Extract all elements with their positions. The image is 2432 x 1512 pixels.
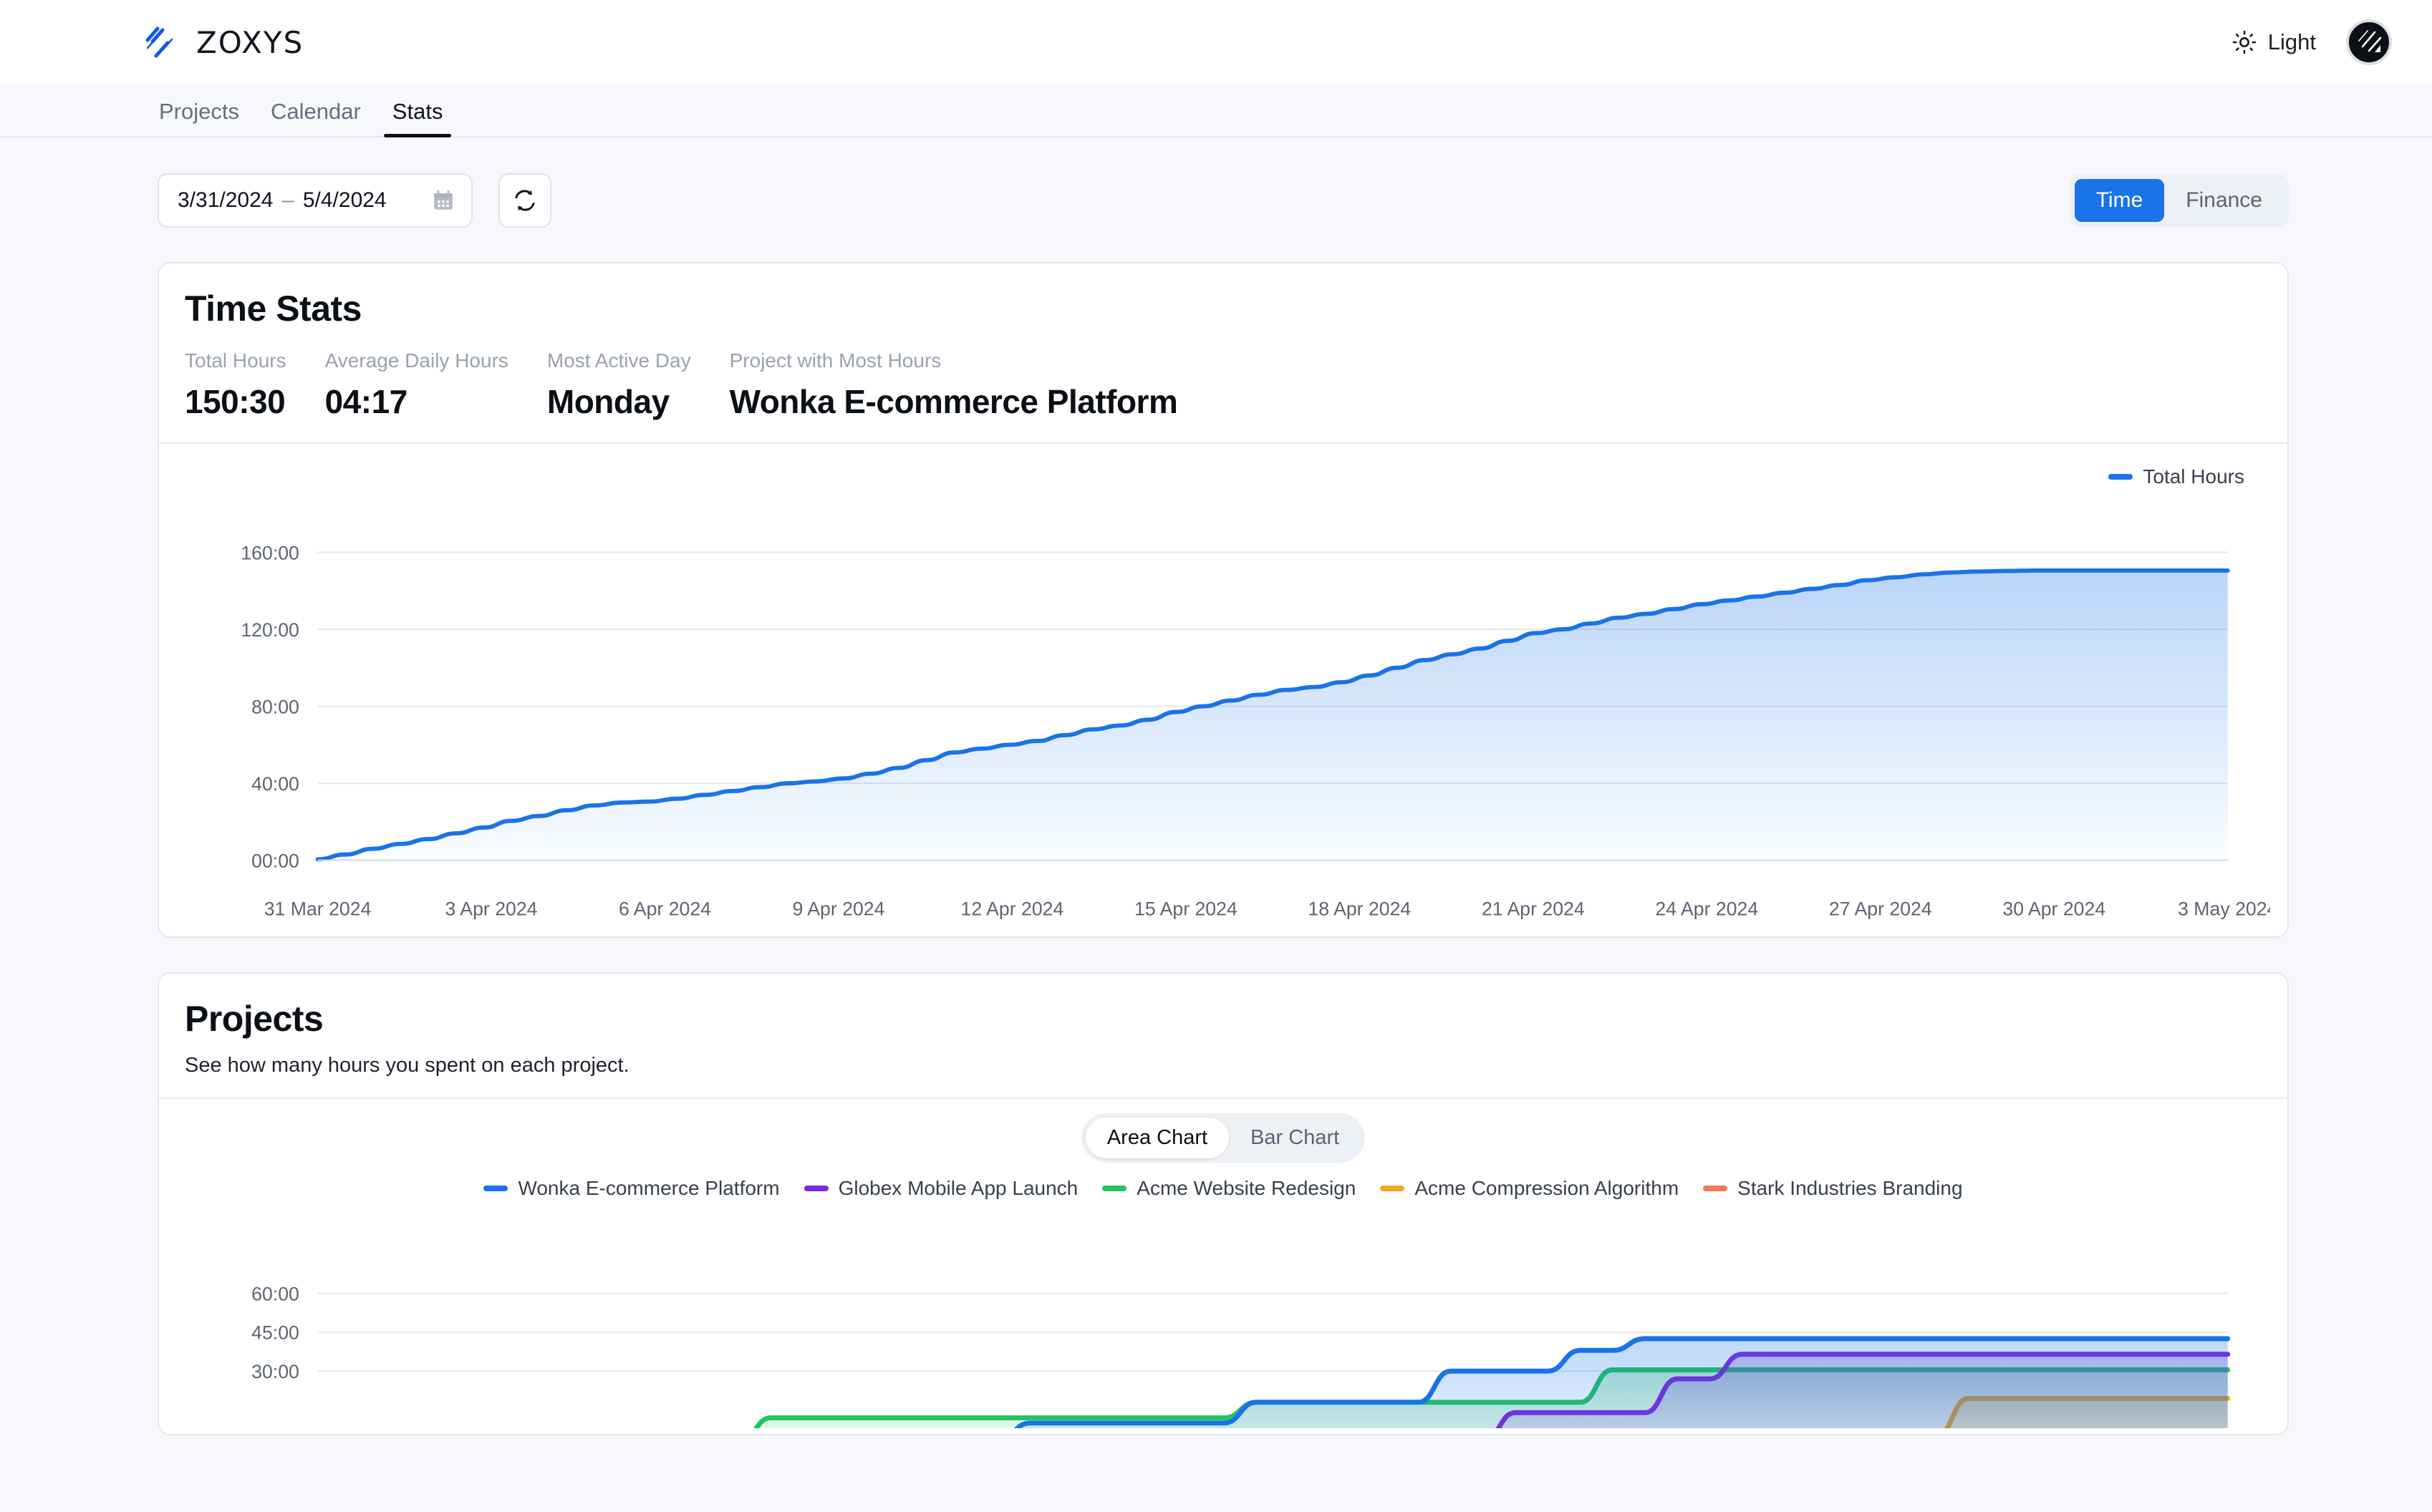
top-bar-actions: Light: [2232, 19, 2392, 65]
svg-text:21 Apr 2024: 21 Apr 2024: [1482, 898, 1585, 920]
legend-label: Globex Mobile App Launch: [838, 1177, 1079, 1200]
svg-text:24 Apr 2024: 24 Apr 2024: [1655, 898, 1758, 920]
legend-swatch-icon: [1102, 1186, 1127, 1192]
kpi-row: Total Hours 150:30 Average Daily Hours 0…: [159, 349, 2287, 442]
page-title: Time Stats: [185, 289, 362, 329]
kpi-value: 04:17: [324, 383, 408, 420]
kpi-project-most-hours: Project with Most Hours Wonka E-commerce…: [730, 349, 1178, 421]
projects-title: Projects: [185, 999, 324, 1040]
svg-text:160:00: 160:00: [241, 542, 299, 563]
svg-text:00:00: 00:00: [251, 850, 299, 872]
date-range-separator: –: [281, 188, 294, 212]
legend-swatch-icon: [483, 1186, 508, 1192]
date-range-text: 3/31/2024 – 5/4/2024: [178, 188, 387, 213]
mode-toggle: Time Finance: [2069, 174, 2289, 227]
legend-label: Wonka E-commerce Platform: [518, 1177, 780, 1200]
sun-icon: [2232, 30, 2256, 54]
calendar-icon[interactable]: [431, 188, 455, 213]
kpi-total-hours: Total Hours 150:30: [185, 349, 286, 421]
projects-subtitle: See how many hours you spent on each pro…: [185, 1054, 629, 1077]
kpi-value: Monday: [546, 383, 670, 420]
refresh-icon: [515, 190, 535, 211]
mode-toggle-finance[interactable]: Finance: [2164, 179, 2284, 222]
svg-text:12 Apr 2024: 12 Apr 2024: [961, 898, 1064, 920]
controls-row: 3/31/2024 – 5/4/2024 Time Finance: [0, 137, 2432, 228]
kpi-label: Total Hours: [185, 349, 286, 372]
theme-toggle[interactable]: Light: [2232, 29, 2316, 55]
kpi-most-active-day: Most Active Day Monday: [547, 349, 691, 421]
svg-text:80:00: 80:00: [251, 696, 299, 717]
kpi-label: Average Daily Hours: [324, 349, 508, 372]
svg-text:45:00: 45:00: [251, 1322, 299, 1344]
legend-swatch-icon: [1703, 1186, 1728, 1192]
chart-type-pillgroup: Area Chart Bar Chart: [1081, 1113, 1366, 1163]
date-range-input[interactable]: 3/31/2024 – 5/4/2024: [158, 173, 473, 228]
theme-label: Light: [2267, 29, 2316, 54]
tab-calendar[interactable]: Calendar: [255, 99, 377, 136]
legend-label: Total Hours: [2143, 465, 2244, 488]
avatar[interactable]: [2346, 19, 2392, 65]
kpi-label: Most Active Day: [546, 349, 691, 372]
tab-stats[interactable]: Stats: [377, 99, 459, 137]
svg-text:120:00: 120:00: [241, 619, 299, 641]
legend-swatch-icon: [804, 1186, 829, 1192]
legend-item-wonka[interactable]: Wonka E-commerce Platform: [483, 1177, 780, 1200]
svg-text:30:00: 30:00: [251, 1362, 299, 1383]
projects-plot: 60:00 45:00 30:00: [251, 1284, 2231, 1428]
legend-item-acme-compression[interactable]: Acme Compression Algorithm: [1380, 1177, 1679, 1200]
zoxys-slashes-logo-icon: [145, 26, 173, 58]
svg-text:40:00: 40:00: [251, 773, 299, 795]
date-range-end: 5/4/2024: [302, 188, 387, 212]
brand-name: ZOXYS: [196, 24, 304, 60]
svg-text:18 Apr 2024: 18 Apr 2024: [1308, 898, 1411, 920]
legend-item-acme-website[interactable]: Acme Website Redesign: [1102, 1177, 1356, 1200]
svg-text:6 Apr 2024: 6 Apr 2024: [619, 898, 711, 920]
tab-projects[interactable]: Projects: [143, 99, 255, 136]
svg-text:60:00: 60:00: [251, 1284, 299, 1305]
projects-chart: 60:00 45:00 30:00: [159, 1203, 2287, 1433]
top-bar: ZOXYS Light: [0, 0, 2432, 84]
legend-item-globex[interactable]: Globex Mobile App Launch: [804, 1177, 1079, 1200]
refresh-button[interactable]: [498, 173, 551, 228]
legend-label: Acme Website Redesign: [1137, 1177, 1356, 1200]
total-hours-x-axis: 31 Mar 2024 3 Apr 2024 6 Apr 2024 9 Apr 202…: [264, 898, 2270, 920]
kpi-average-daily-hours: Average Daily Hours 04:17: [325, 349, 508, 421]
svg-text:3 Apr 2024: 3 Apr 2024: [445, 898, 538, 920]
legend-item-stark[interactable]: Stark Industries Branding: [1703, 1177, 1963, 1200]
legend-label: Acme Compression Algorithm: [1414, 1177, 1679, 1200]
legend-label: Stark Industries Branding: [1737, 1177, 1963, 1200]
mode-toggle-time[interactable]: Time: [2074, 179, 2165, 222]
total-hours-plot: 00:00 40:00 80:00 120:00 160:00: [241, 542, 2230, 872]
projects-card: Projects See how many hours you spent on…: [158, 972, 2289, 1435]
chart-type-toggle: Area Chart Bar Chart: [159, 1099, 2287, 1167]
legend-swatch-icon: [1380, 1186, 1405, 1192]
avatar-glyph-icon: [2358, 30, 2382, 52]
chart-type-bar[interactable]: Bar Chart: [1229, 1118, 1361, 1158]
kpi-value: 150:30: [185, 383, 286, 420]
brand-logo[interactable]: ZOXYS: [143, 25, 304, 60]
projects-legend: Wonka E-commerce Platform Globex Mobile …: [159, 1167, 2287, 1203]
chart-type-area[interactable]: Area Chart: [1085, 1118, 1230, 1159]
main-nav-tabs: Projects Calendar Stats: [0, 84, 2432, 137]
svg-text:30 Apr 2024: 30 Apr 2024: [2002, 898, 2105, 920]
svg-text:15 Apr 2024: 15 Apr 2024: [1134, 898, 1237, 920]
date-range-start: 3/31/2024: [178, 188, 274, 212]
svg-text:9 Apr 2024: 9 Apr 2024: [792, 898, 884, 920]
total-hours-chart: Total Hours 00:00 40:00 80:00 120:00 160:00 …: [159, 444, 2287, 936]
time-stats-header: Time Stats: [159, 263, 2287, 349]
svg-text:27 Apr 2024: 27 Apr 2024: [1829, 898, 1932, 920]
total-hours-legend: Total Hours: [176, 457, 2270, 493]
kpi-value: Wonka E-commerce Platform: [729, 383, 1178, 420]
legend-swatch-icon: [2108, 474, 2133, 480]
time-stats-card: Time Stats Total Hours 150:30 Average Da…: [158, 262, 2289, 939]
svg-text:31 Mar 2024: 31 Mar 2024: [264, 898, 372, 920]
legend-item-total-hours[interactable]: Total Hours: [2108, 465, 2244, 488]
projects-header: Projects See how many hours you spent on…: [159, 974, 2287, 1097]
kpi-label: Project with Most Hours: [729, 349, 942, 372]
svg-text:3 May 2024: 3 May 2024: [2178, 898, 2270, 920]
